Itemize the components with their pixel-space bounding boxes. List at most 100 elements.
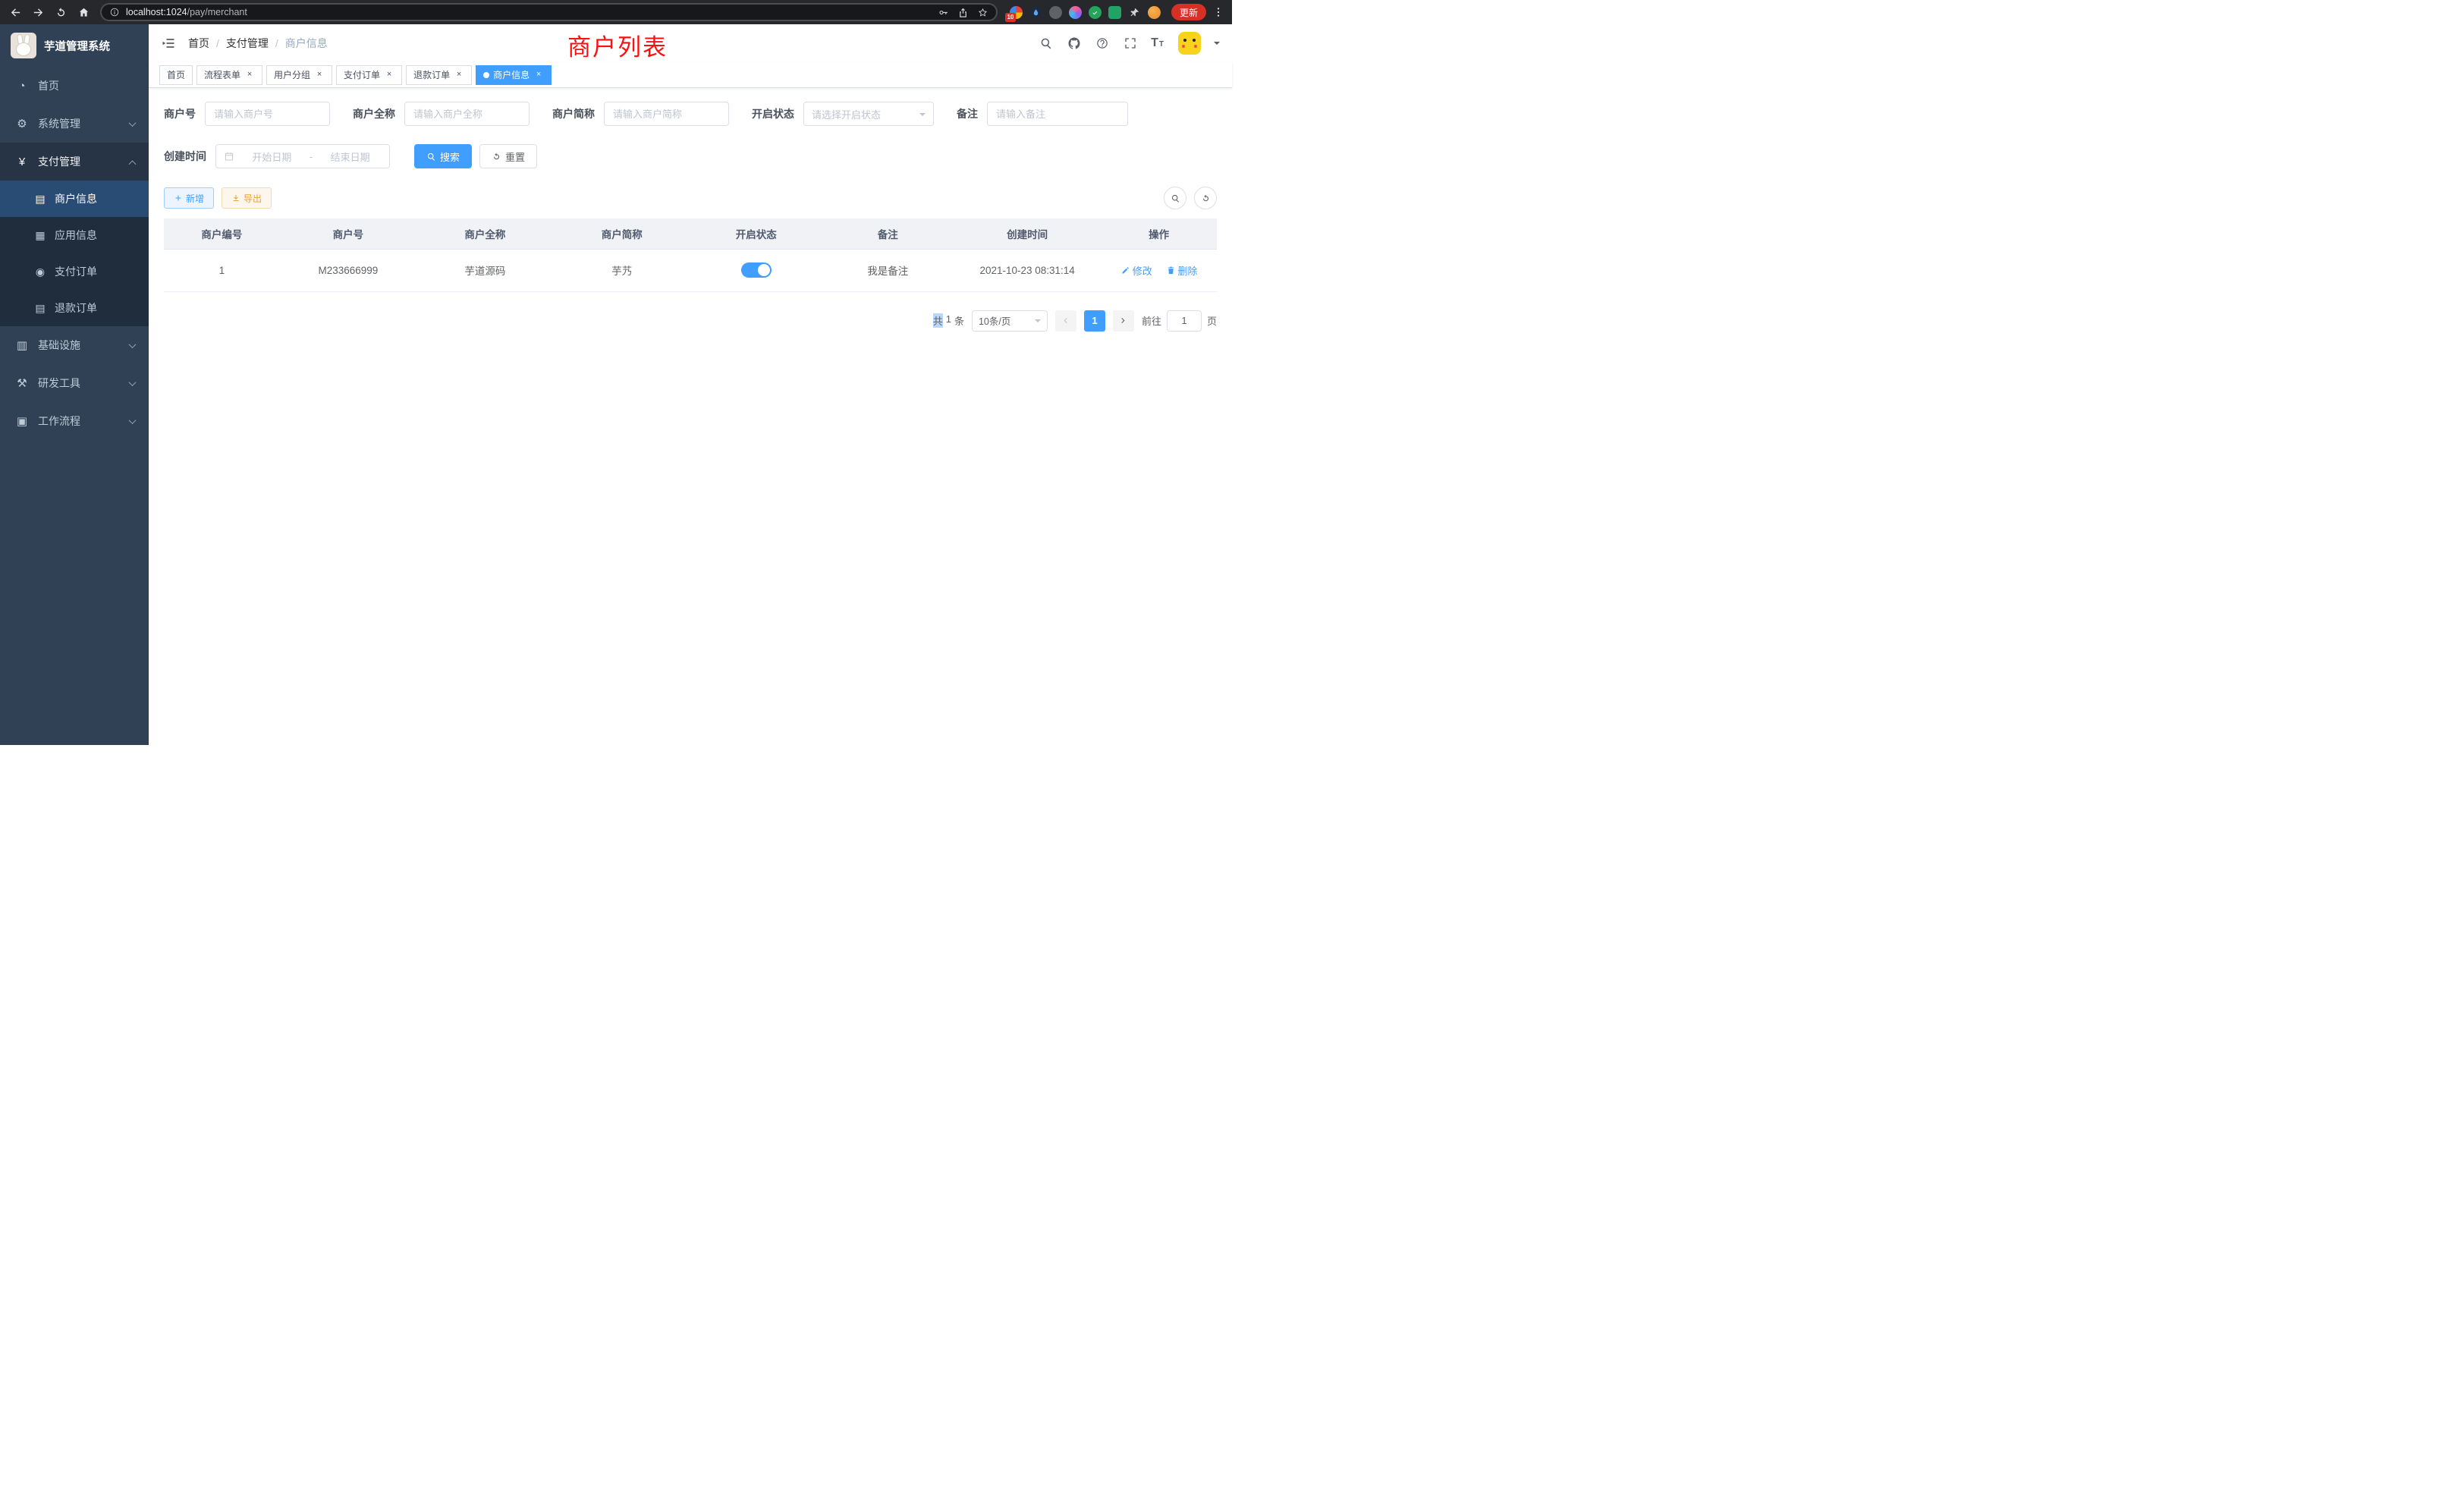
avatar-cheeks <box>1182 45 1185 48</box>
bookmark-star-icon[interactable] <box>977 7 988 18</box>
share-icon[interactable] <box>957 7 969 18</box>
chrome-update-button[interactable]: 更新 <box>1171 4 1206 20</box>
start-date-placeholder: 开始日期 <box>240 149 303 164</box>
filter-create-time: 创建时间 开始日期 - 结束日期 <box>164 144 390 168</box>
extension-icon-colorful[interactable]: 10 <box>1010 6 1023 19</box>
merchant-name-input[interactable] <box>404 102 530 126</box>
browser-menu-button[interactable] <box>1209 3 1227 21</box>
cell-full-name: 芋道源码 <box>416 249 553 291</box>
merchant-no-input[interactable] <box>205 102 330 126</box>
add-button[interactable]: 新增 <box>164 187 214 209</box>
close-icon[interactable]: × <box>454 70 464 80</box>
tab-process-form[interactable]: 流程表单 × <box>196 65 262 85</box>
sidebar-item-merchant-info[interactable]: ▤ 商户信息 <box>0 181 149 217</box>
avatar-dropdown-caret[interactable] <box>1214 42 1220 48</box>
rabbit-face <box>16 42 31 56</box>
page-size-select[interactable]: 10条/页 <box>972 310 1048 332</box>
merchant-short-input[interactable] <box>604 102 729 126</box>
cell-actions: 修改 删除 <box>1101 249 1217 291</box>
page-1-button[interactable]: 1 <box>1084 310 1105 332</box>
sidebar-item-payment[interactable]: ¥ 支付管理 <box>0 143 149 181</box>
collapse-sidebar-button[interactable] <box>161 35 178 52</box>
export-button-label: 导出 <box>244 192 262 205</box>
table-row: 1 M233666999 芋道源码 芋艿 我是备注 2021-10-23 08:… <box>164 249 1217 291</box>
remark-input[interactable] <box>987 102 1128 126</box>
sidebar-item-app-info[interactable]: ▦ 应用信息 <box>0 217 149 253</box>
next-page-button[interactable] <box>1113 310 1134 332</box>
chevron-right-icon <box>1118 316 1128 325</box>
col-merchant-no: 商户号 <box>280 218 416 249</box>
breadcrumb-home[interactable]: 首页 <box>188 36 209 51</box>
submenu-label: 商户信息 <box>55 191 97 206</box>
extension-icon-gradient[interactable] <box>1069 6 1082 19</box>
reload-icon <box>55 6 68 19</box>
github-link[interactable] <box>1067 36 1082 51</box>
search-button[interactable]: 搜索 <box>414 144 472 168</box>
merchant-table: 商户编号 商户号 商户全称 商户简称 开启状态 备注 创建时间 操作 1 <box>164 218 1217 292</box>
menu-label: 基础设施 <box>38 338 80 353</box>
cell-remark: 我是备注 <box>822 249 954 291</box>
cell-merchant-no: M233666999 <box>280 249 416 291</box>
close-icon[interactable]: × <box>244 70 255 80</box>
chevron-down-icon <box>129 417 137 424</box>
password-key-icon[interactable] <box>938 7 949 18</box>
close-icon[interactable]: × <box>533 70 544 80</box>
tab-user-group[interactable]: 用户分组 × <box>266 65 332 85</box>
browser-profile-avatar[interactable] <box>1148 6 1161 19</box>
search-icon <box>1171 193 1180 203</box>
docs-help-button[interactable] <box>1095 36 1110 51</box>
col-status: 开启状态 <box>690 218 822 249</box>
reload-button[interactable] <box>50 2 71 23</box>
edit-button[interactable]: 修改 <box>1120 263 1152 278</box>
active-tab-dot <box>483 72 489 78</box>
pinned-extension-icon[interactable] <box>1128 6 1141 19</box>
sidebar-item-workflow[interactable]: ▣ 工作流程 <box>0 402 149 440</box>
breadcrumb-payment[interactable]: 支付管理 <box>226 36 269 51</box>
extension-icon-green-square[interactable] <box>1108 6 1121 19</box>
sidebar-item-refund-order[interactable]: ▤ 退款订单 <box>0 290 149 326</box>
sidebar-item-pay-order[interactable]: ◉ 支付订单 <box>0 253 149 290</box>
sidebar-item-dev-tools[interactable]: ⚒ 研发工具 <box>0 364 149 402</box>
goto-page-input[interactable] <box>1167 310 1202 332</box>
tab-refund-order[interactable]: 退款订单 × <box>406 65 472 85</box>
app-logo[interactable]: 芋道管理系统 <box>0 24 149 67</box>
field-label: 备注 <box>957 106 978 121</box>
extension-icon-drop[interactable] <box>1029 6 1042 19</box>
back-button[interactable] <box>5 2 26 23</box>
forward-button[interactable] <box>27 2 49 23</box>
header-search-button[interactable] <box>1039 36 1054 51</box>
sidebar-item-system[interactable]: ⚙ 系统管理 <box>0 105 149 143</box>
create-time-range-picker[interactable]: 开始日期 - 结束日期 <box>215 144 390 168</box>
prev-page-button[interactable] <box>1055 310 1076 332</box>
reset-button[interactable]: 重置 <box>479 144 537 168</box>
extension-icon-green-check[interactable] <box>1089 6 1102 19</box>
merchant-table-wrap: 商户编号 商户号 商户全称 商户简称 开启状态 备注 创建时间 操作 1 <box>164 218 1217 292</box>
download-icon <box>231 193 240 203</box>
close-icon[interactable]: × <box>384 70 394 80</box>
tab-home[interactable]: 首页 <box>159 65 193 85</box>
toggle-search-button[interactable] <box>1164 187 1186 209</box>
export-button[interactable]: 导出 <box>222 187 272 209</box>
site-info-icon[interactable] <box>109 7 120 17</box>
home-button[interactable] <box>73 2 94 23</box>
tab-pay-order[interactable]: 支付订单 × <box>336 65 402 85</box>
sidebar-item-infrastructure[interactable]: ▥ 基础设施 <box>0 326 149 364</box>
delete-label: 删除 <box>1178 263 1198 278</box>
font-size-button[interactable] <box>1151 36 1164 50</box>
sidebar-item-home[interactable]: ◔ 首页 <box>0 67 149 105</box>
url-bar[interactable]: localhost:1024/pay/merchant <box>100 3 998 21</box>
page-size-value: 10条/页 <box>979 313 1010 328</box>
status-toggle[interactable] <box>741 262 772 278</box>
refresh-table-button[interactable] <box>1194 187 1217 209</box>
fullscreen-button[interactable] <box>1123 36 1138 51</box>
extension-icon-dark[interactable] <box>1049 6 1062 19</box>
status-select[interactable]: 请选择开启状态 <box>803 102 934 126</box>
tab-merchant-info[interactable]: 商户信息 × <box>476 65 552 85</box>
user-avatar[interactable] <box>1178 32 1201 55</box>
close-icon[interactable]: × <box>314 70 325 80</box>
pagination: 共 1 条 10条/页 1 前往 页 <box>164 310 1217 332</box>
pin-icon <box>1129 7 1140 18</box>
url-text: localhost:1024/pay/merchant <box>126 7 932 17</box>
plus-icon <box>174 193 183 203</box>
delete-button[interactable]: 删除 <box>1166 263 1198 278</box>
